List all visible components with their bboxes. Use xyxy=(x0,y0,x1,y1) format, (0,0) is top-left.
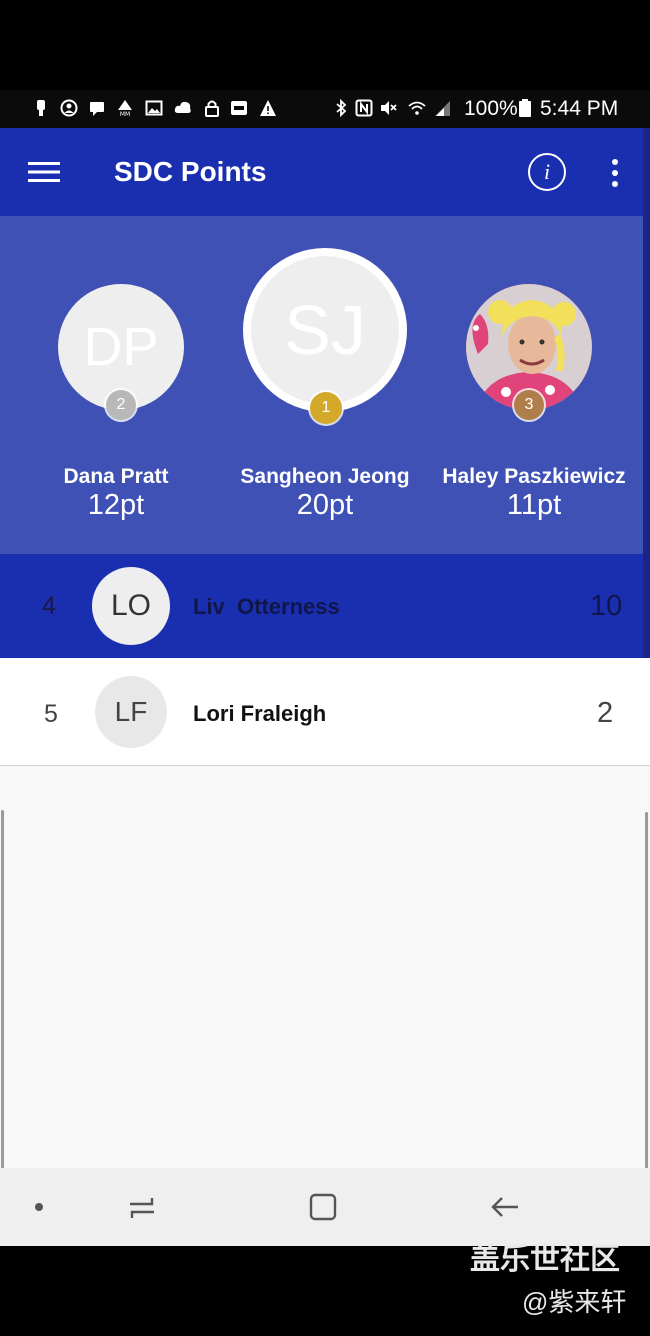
leaderboard-podium: DP 2 Dana Pratt 12pt SJ 1 Sangheon Jeong… xyxy=(0,216,643,554)
list-item[interactable]: 5 LF Lori Fraleigh 2 xyxy=(0,658,650,766)
battery-icon xyxy=(519,99,531,117)
account-icon xyxy=(60,99,78,117)
list-avatar[interactable]: LO xyxy=(92,567,170,645)
avatar-initials: DP xyxy=(83,317,159,377)
list-score: 2 xyxy=(597,697,614,729)
list-rank: 4 xyxy=(42,592,56,620)
right-edge xyxy=(643,128,650,658)
cloud-icon xyxy=(174,101,191,113)
svg-text:MM: MM xyxy=(120,111,130,117)
rank-number: 1 xyxy=(321,399,331,416)
podium-name: Haley Paszkiewicz xyxy=(442,465,626,488)
watermark-handle: @紫来轩 xyxy=(522,1287,627,1317)
rank-badge-gold: 1 xyxy=(310,392,342,424)
wifi-icon xyxy=(408,101,426,115)
clock: 5:44 PM xyxy=(540,97,619,120)
podium-points: 12pt xyxy=(87,489,145,521)
list-score: 10 xyxy=(590,590,623,622)
image-icon xyxy=(145,100,163,116)
mute-icon xyxy=(381,101,397,115)
info-button[interactable]: i xyxy=(528,153,566,191)
home-icon[interactable] xyxy=(309,1193,337,1221)
podium-points: 20pt xyxy=(296,489,354,521)
edge-panel-right[interactable] xyxy=(645,812,648,1170)
menu-icon[interactable] xyxy=(28,160,60,184)
watermark-title: 盖乐世社区 xyxy=(470,1243,620,1276)
cast-icon xyxy=(231,101,247,115)
app-bar: SDC Points i xyxy=(0,128,643,216)
info-icon: i xyxy=(543,159,551,184)
nfc-icon xyxy=(355,99,373,117)
avatar-initials: SJ xyxy=(284,291,366,369)
podium-name: Dana Pratt xyxy=(63,465,169,488)
list-rank: 5 xyxy=(44,700,58,728)
avatar-initials: LF xyxy=(114,696,148,727)
notification-icon xyxy=(37,100,45,116)
podium-name: Sangheon Jeong xyxy=(240,465,410,488)
rank-number: 3 xyxy=(524,396,534,413)
dot-icon[interactable] xyxy=(34,1202,44,1212)
rank-badge-silver: 2 xyxy=(106,390,136,420)
avatar-first[interactable]: SJ xyxy=(243,248,407,412)
list-item[interactable]: 4 LO Liv Otterness 10 xyxy=(0,554,643,658)
signal-icon xyxy=(435,101,450,116)
warning-icon xyxy=(260,100,276,116)
message-icon xyxy=(90,102,104,116)
rank-number: 2 xyxy=(116,396,126,413)
back-icon[interactable] xyxy=(490,1195,520,1219)
page-title: SDC Points xyxy=(114,156,267,187)
bluetooth-icon xyxy=(336,99,347,117)
list-avatar[interactable]: LF xyxy=(95,676,167,748)
recents-icon[interactable] xyxy=(128,1196,156,1220)
mm-icon: MM xyxy=(118,100,132,117)
more-vert-icon[interactable] xyxy=(606,158,624,188)
edge-panel-left[interactable] xyxy=(1,810,4,1170)
list-name: Liv Otterness xyxy=(193,594,340,619)
list-name: Lori Fraleigh xyxy=(193,701,327,726)
battery-percentage: 100% xyxy=(464,97,518,120)
podium-points: 11pt xyxy=(506,489,562,521)
rank-badge-bronze: 3 xyxy=(514,390,544,420)
list-empty-area xyxy=(0,766,650,1168)
avatar-initials: LO xyxy=(110,589,152,622)
status-bar: MM 100% 5:44 PM xyxy=(0,90,650,128)
lock-icon xyxy=(205,100,219,117)
